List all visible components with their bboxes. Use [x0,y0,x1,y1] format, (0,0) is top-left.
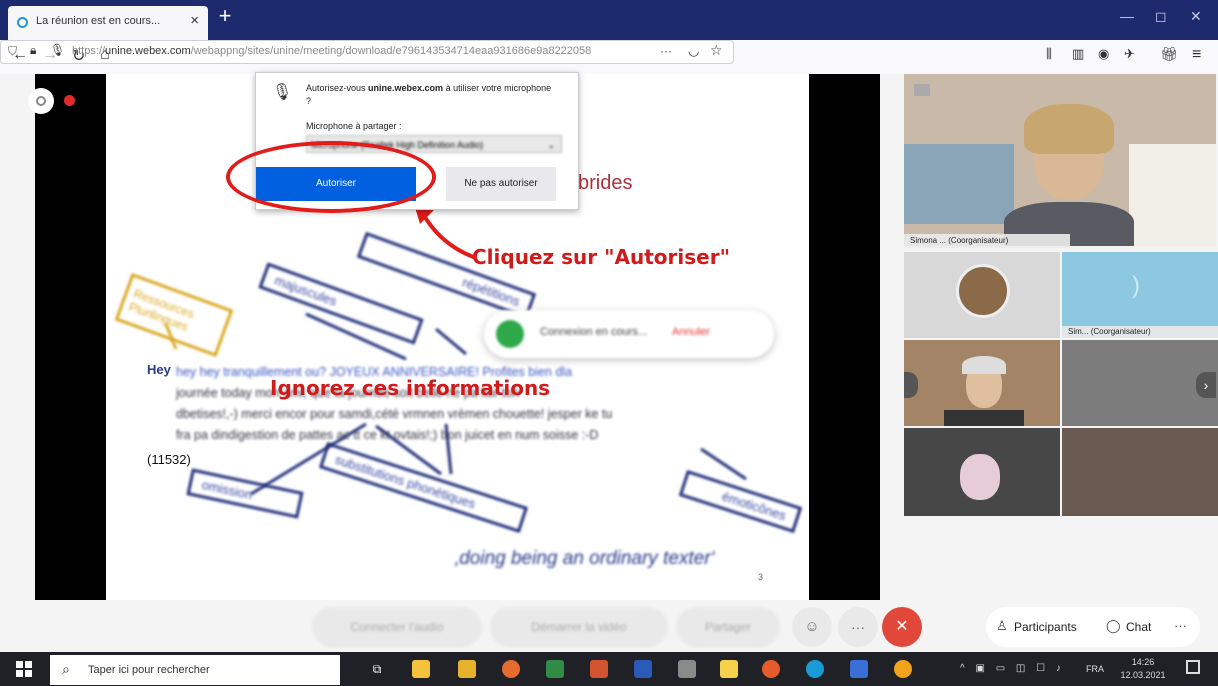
deny-button[interactable]: Ne pas autoriser [446,167,556,201]
connecting-toast: Connexion en cours... Annuler [484,310,774,358]
gift-icon[interactable]: 🎁︎ [1160,46,1178,63]
file-explorer-icon[interactable] [412,660,430,678]
next-page-icon[interactable]: › [1196,372,1216,398]
more-options-button[interactable]: ··· [838,607,878,647]
task-view-icon[interactable]: ⧉ [368,660,386,678]
library-icon[interactable]: ⫼ [1046,46,1052,62]
connect-audio-button[interactable]: Connecter l'audio [312,607,482,647]
windows-start-icon[interactable] [16,661,32,677]
speaker-label: Simona ... (Coorganisateur) [904,234,1070,248]
notifications-icon[interactable] [1186,660,1200,674]
message-line-3: dbetises!,-) merci encor pour samdi,cété… [176,407,613,421]
panel-more-button[interactable]: ··· [1174,618,1187,633]
search-icon: ⌕ [62,661,70,677]
language-indicator[interactable]: FRA [1086,664,1104,674]
url-text[interactable]: https://unine.webex.com/webappng/sites/u… [72,45,647,57]
previous-page-icon[interactable] [904,372,918,398]
participant-tile-label: Sim... (Coorganisateur) [1062,326,1218,338]
navigation-bar: ← → ↻ ⌂ ⛉ 🔒︎ 🎙︎ https://unine.webex.com/… [0,40,1218,75]
search-placeholder: Taper ici pour rechercher [88,664,210,676]
webex-loading-icon [17,17,28,28]
minimize-icon[interactable]: — [1120,8,1134,24]
reactions-icon[interactable]: ☺ [792,607,832,647]
connecting-spinner-icon [496,320,524,348]
webex-icon[interactable] [806,660,824,678]
connecting-text: Connexion en cours... [540,326,648,338]
taskbar-search[interactable]: ⌕ Taper ici pour rechercher [50,655,340,685]
chevron-down-icon: ⌄ [547,140,555,150]
participant-tile-video-3[interactable] [904,428,1060,516]
lock-icon[interactable]: 🔒︎ [30,43,36,58]
annotation-click-allow: Cliquez sur "Autoriser" [472,245,730,269]
extension-icon[interactable]: ✈ [1124,46,1135,62]
slide-page-number: 3 [758,572,764,582]
connecting-cancel[interactable]: Annuler [672,326,710,338]
browser-app-icon[interactable] [502,660,520,678]
account-icon[interactable]: ◉ [1098,46,1109,62]
shield-icon[interactable]: ⛉ [8,44,17,59]
microphone-select-label: Microphone à partager : [306,121,402,131]
participant-tile-video-1[interactable] [904,340,1060,426]
menu-icon[interactable]: ≡ [1192,46,1201,64]
tab-title: La réunion est en cours... [36,15,161,27]
participants-button[interactable]: Participants [1014,620,1077,634]
powerpoint-icon[interactable] [590,660,608,678]
system-tray-icons[interactable]: ^ ▣ ▭ ◫ ☐ ♪ [960,663,1065,674]
active-speaker-video[interactable] [904,74,1216,246]
new-tab-button[interactable]: + [214,5,236,28]
message-greeting: Hey [147,362,171,377]
participant-tile-avatar[interactable] [904,252,1060,338]
microphone-icon: 🎙︎ [272,84,293,101]
restore-icon[interactable]: ◻ [1155,8,1167,25]
chat-button[interactable]: Chat [1126,620,1151,634]
firefox-icon[interactable] [762,660,780,678]
message-reference: (11532) [147,452,191,467]
app-icon-3[interactable] [894,660,912,678]
outlook-icon[interactable] [850,660,868,678]
permission-question: Autorisez-vous unine.webex.com à utilise… [306,83,552,106]
taskbar-clock[interactable]: 14:26 12.03.2021 [1120,656,1166,682]
clock-time: 14:26 [1131,657,1155,667]
sidebar-icon[interactable]: ▥ [1072,46,1084,62]
participant-tile-video-4[interactable] [1062,428,1218,516]
excel-icon[interactable] [546,660,564,678]
red-highlight-circle [226,141,436,213]
red-arrow [414,204,477,260]
slide-quote: ‚doing being an ordinary texter‘ [455,548,715,569]
share-button[interactable]: Partager [676,607,780,647]
word-icon[interactable] [634,660,652,678]
sticky-notes-icon[interactable] [720,660,738,678]
microphone-permission-icon[interactable]: 🎙︎ [50,43,65,57]
participants-icon[interactable]: ♙ [996,618,1008,634]
close-window-icon[interactable]: ✕ [1190,8,1202,25]
tab-close-icon[interactable]: × [190,12,199,29]
chat-icon[interactable]: ◯ [1106,618,1121,634]
url-bar[interactable]: ⛉ 🔒︎ 🎙︎ https://unine.webex.com/webappng… [0,40,734,64]
start-video-button[interactable]: Démarrer la vidéo [490,607,668,647]
browser-tab[interactable]: La réunion est en cours... × [8,6,208,40]
bookmark-star-icon[interactable]: ☆ [710,42,723,59]
pocket-icon[interactable]: ◡ [688,43,699,59]
leave-meeting-icon[interactable]: ✕ [882,607,922,647]
video-layout-icon[interactable] [914,84,930,96]
recording-indicator-icon [64,95,75,106]
page-actions-icon[interactable]: ··· [660,44,672,58]
message-text: hey hey tranquillement ou? JOYEUX ANNIVE… [176,362,776,446]
annotation-ignore-info: Ignorez ces informations [270,376,551,400]
clock-date: 12.03.2021 [1120,670,1166,680]
participant-tile-video-2[interactable] [1062,340,1218,426]
recording-toggle[interactable] [28,88,54,114]
message-line-4: fra pa dindigestion de pattes ac tt ce k… [176,428,599,442]
app-icon-2[interactable] [678,660,696,678]
app-icon[interactable] [458,660,476,678]
